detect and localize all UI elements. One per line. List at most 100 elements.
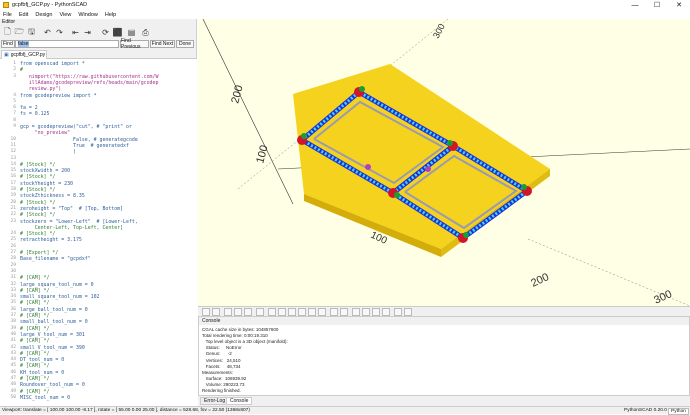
zoom-in-icon[interactable] xyxy=(234,308,242,316)
find-input[interactable]: false xyxy=(15,40,119,48)
editor-tab-row: ▣ gcpfbfj_GCP.py xyxy=(0,49,197,59)
minimize-button[interactable]: — xyxy=(624,0,646,10)
line-number: 4 xyxy=(13,92,16,98)
code-line: # [Stock] */ xyxy=(20,199,56,206)
perspective-icon[interactable] xyxy=(330,308,338,316)
export-stl-icon[interactable]: ▤ xyxy=(126,27,137,38)
code-line: retractheight = 3.175 xyxy=(20,237,82,244)
tab-error-log[interactable]: Error-Log xyxy=(200,397,230,405)
code-line: # [Stock] */ xyxy=(20,161,56,168)
preview-tool-icon[interactable] xyxy=(202,308,210,316)
menu-file[interactable]: File xyxy=(3,12,12,18)
redo-icon[interactable]: ↷ xyxy=(54,27,65,38)
unindent-icon[interactable]: ⇤ xyxy=(70,27,81,38)
code-line: large_V_tool_num = 301 xyxy=(20,331,85,338)
code-line: # [CAM] */ xyxy=(20,376,50,382)
show-edges-icon[interactable] xyxy=(372,308,380,316)
zoom-out-icon[interactable] xyxy=(244,308,252,316)
menu-window[interactable]: Window xyxy=(78,12,98,18)
corner-marker xyxy=(301,133,307,139)
measure-angle-icon[interactable] xyxy=(404,308,412,316)
line-number: 18 xyxy=(10,187,16,192)
reset-view-icon[interactable] xyxy=(256,308,264,316)
code-line: fa = 2 xyxy=(20,105,38,112)
show-axes-icon[interactable] xyxy=(352,308,360,316)
line-number: 45 xyxy=(10,363,16,369)
menu-view[interactable]: View xyxy=(59,12,71,18)
code-line: MISC_tool_num = 0 xyxy=(20,394,71,401)
axis-label-100-left: 100 xyxy=(254,144,270,165)
line-number: 48 xyxy=(10,382,16,388)
y-axis-line xyxy=(202,19,294,205)
send-to-print-icon[interactable]: ⎙ xyxy=(140,27,151,38)
app-version: PythonSCAD 0.20.0 xyxy=(624,407,667,413)
undo-icon[interactable]: ↶ xyxy=(42,27,53,38)
corner-marker xyxy=(425,166,431,172)
line-number: 3 xyxy=(13,73,16,79)
line-number: 10 xyxy=(10,136,16,142)
line-number: 11 xyxy=(10,142,16,148)
orthogonal-icon[interactable] xyxy=(340,308,348,316)
view-left-icon[interactable] xyxy=(298,308,306,316)
maximize-button[interactable]: ☐ xyxy=(646,0,668,10)
code-line: # [CAM] */ xyxy=(20,275,50,282)
line-number: 7 xyxy=(13,111,16,117)
find-mode-label: Find xyxy=(3,41,13,47)
line-number: 17 xyxy=(10,180,16,186)
view-front-icon[interactable] xyxy=(308,308,316,316)
find-mode-select[interactable]: Find xyxy=(1,40,15,48)
open-file-icon[interactable]: 🗁 xyxy=(14,27,25,38)
code-editor[interactable]: 1 from openscad import * 2 #3 nimport("http… xyxy=(0,59,197,406)
line-number: 25 xyxy=(10,237,16,243)
3d-viewport[interactable]: 300 200 100 100 200 300 xyxy=(198,19,690,306)
tab-console[interactable]: Console xyxy=(226,397,253,405)
console-line: Top level object is a 3D object (manifol… xyxy=(202,339,288,345)
new-file-icon[interactable]: 🗋 xyxy=(2,27,13,38)
preview-icon[interactable]: ⟳ xyxy=(100,27,111,38)
menu-edit[interactable]: Edit xyxy=(19,12,28,18)
console-line: Measurements: xyxy=(202,369,234,375)
title-bar: gcpfbfj_GCP.py - PythonSCAD — ☐ ✕ xyxy=(0,0,690,10)
line-number: 8 xyxy=(13,117,16,123)
line-number: 21 xyxy=(10,205,16,211)
line-number: 41 xyxy=(10,338,16,344)
indent-icon[interactable]: ⇥ xyxy=(82,27,93,38)
file-tab[interactable]: ▣ gcpfbfj_GCP.py xyxy=(1,50,47,59)
find-next-button[interactable]: Find Next xyxy=(150,40,175,48)
render-icon[interactable]: ⬛ xyxy=(112,27,123,38)
zoom-all-icon[interactable] xyxy=(224,308,232,316)
code-line: # [Stock] */ xyxy=(20,212,56,219)
done-button[interactable]: Done xyxy=(176,40,194,48)
code-line: gcp = gcodepreview("cut", # "print" or xyxy=(20,124,132,130)
measure-distance-icon[interactable] xyxy=(394,308,402,316)
render-tool-icon[interactable] xyxy=(212,308,220,316)
view-top-icon[interactable] xyxy=(278,308,286,316)
console-line: Status: NoError xyxy=(202,345,242,351)
close-button[interactable]: ✕ xyxy=(668,0,690,10)
line-number: 15 xyxy=(10,168,16,174)
viewport-status: Viewport: translate = [ 100.00 100.00 -8… xyxy=(2,407,250,413)
code-line: # [CAM] */ xyxy=(20,388,50,395)
view-bottom-icon[interactable] xyxy=(288,308,296,316)
menu-help[interactable]: Help xyxy=(105,12,116,18)
menu-bar: File Edit Design View Window Help xyxy=(0,10,690,19)
view-right-icon[interactable] xyxy=(268,308,276,316)
menu-design[interactable]: Design xyxy=(35,12,52,18)
line-number: 36 xyxy=(10,306,16,312)
code-line: Center-Left, Top-Left, Center] xyxy=(20,224,124,231)
find-previous-button[interactable]: Find Previous xyxy=(120,38,149,50)
show-scale-icon[interactable] xyxy=(362,308,370,316)
line-number: 39 xyxy=(10,325,16,331)
wireframe-icon[interactable] xyxy=(382,308,390,316)
line-number: 43 xyxy=(10,350,16,356)
corner-marker xyxy=(463,232,469,238)
code-line: # [CAM] */ xyxy=(20,350,50,357)
line-number: 13 xyxy=(10,155,16,161)
line-number: 28 xyxy=(10,256,16,262)
line-number: 32 xyxy=(10,281,16,287)
file-tab-label: gcpfbfj_GCP.py xyxy=(10,52,46,58)
save-icon[interactable]: 🖫 xyxy=(26,27,37,38)
language-select[interactable]: Python xyxy=(668,407,689,415)
view-back-icon[interactable] xyxy=(318,308,326,316)
line-number: 6 xyxy=(13,105,16,111)
